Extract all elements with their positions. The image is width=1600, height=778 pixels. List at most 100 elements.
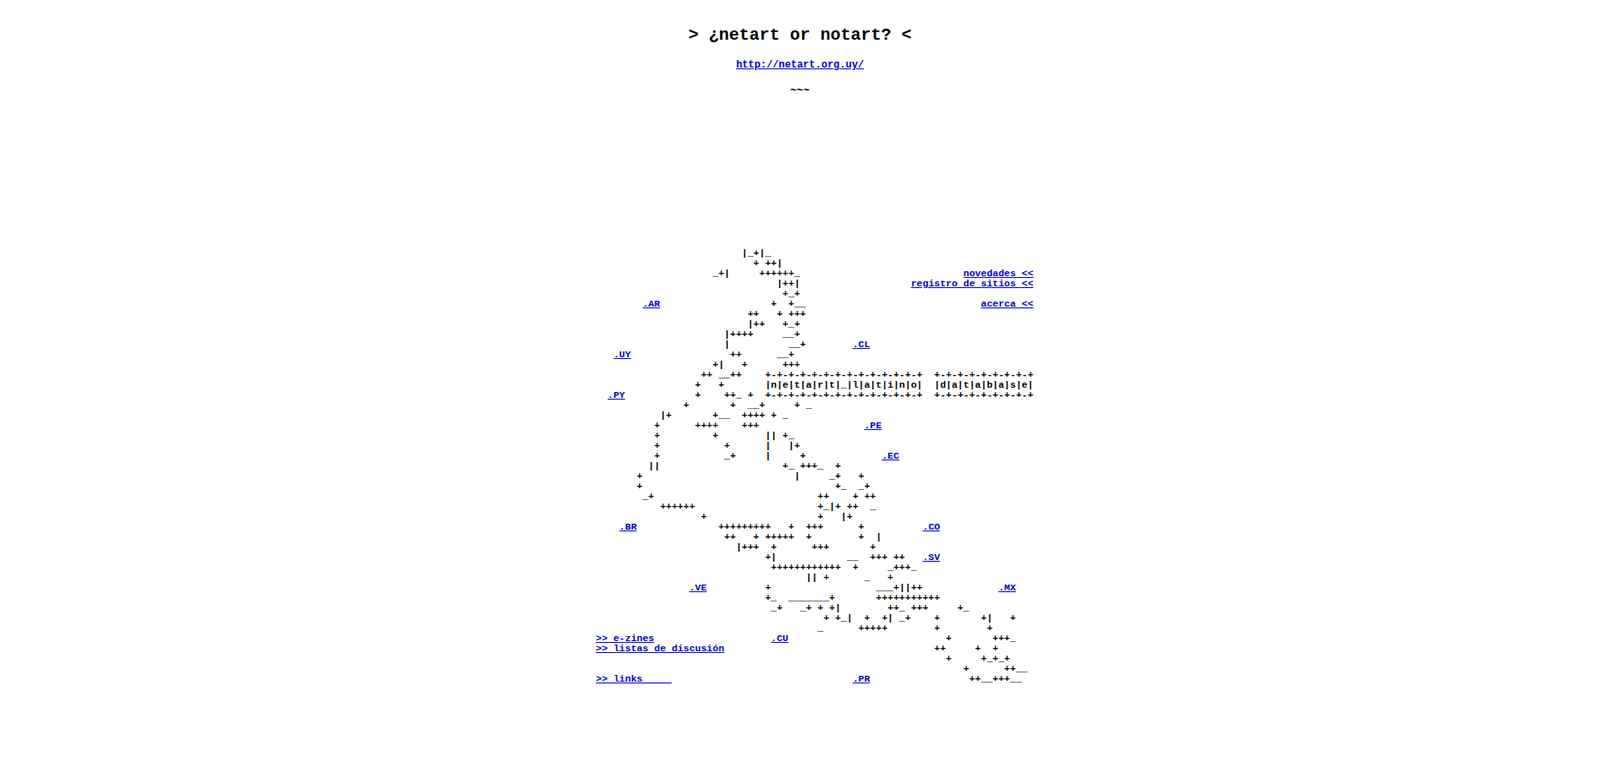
ascii-text: || +_ +++_ +	[595, 460, 841, 472]
map-link[interactable]: >> links	[595, 673, 672, 685]
site-url-link[interactable]: http://netart.org.uy/	[736, 59, 864, 71]
ascii-text: + +__	[660, 298, 982, 310]
ascii-text: _ +++++ + +	[595, 622, 993, 634]
map-link[interactable]: >> listas de discusión	[595, 643, 725, 655]
ascii-text: ++ __+	[630, 349, 794, 361]
ascii-text: || + _ +	[595, 572, 894, 584]
ascii-text	[595, 582, 689, 594]
ascii-text: + +_+_+	[595, 653, 1011, 665]
ascii-line: + ++__	[595, 664, 1070, 675]
ascii-line: + ++|	[595, 258, 1070, 269]
page-title: > ¿netart or notart? <	[688, 25, 912, 46]
ascii-text: + + || +_	[595, 430, 795, 442]
ascii-line: + + | |+	[595, 441, 1070, 452]
map-link[interactable]: >> e-zines	[595, 633, 655, 645]
ascii-line: ++++++ +_|+ ++ _	[595, 502, 1070, 513]
ascii-text	[671, 673, 853, 685]
ascii-line: + + || +_	[595, 431, 1070, 442]
ascii-text: +_ _______+ +++++++++++	[595, 592, 940, 604]
ascii-text: + | _+ +	[595, 470, 864, 482]
map-link[interactable]: acerca <<	[981, 298, 1034, 310]
map-link[interactable]: registro de sitios <<	[911, 278, 1034, 290]
ascii-line: _+ ++ + ++	[595, 491, 1070, 503]
ascii-text: +_+	[595, 288, 801, 300]
ascii-text: _+| ++++++_	[595, 267, 964, 279]
ascii-line: ++++++++++++ + _+++_	[595, 562, 1070, 574]
ascii-text: + +++_	[788, 633, 1016, 645]
ascii-line: _+ _+ + +| ++_ +++ +_	[595, 603, 1070, 614]
map-link[interactable]: .CO	[922, 521, 940, 533]
ascii-text: ++ + +++	[595, 308, 806, 320]
map-link[interactable]: .CU	[770, 633, 789, 645]
ascii-line: +_+	[595, 289, 1070, 300]
ascii-text: ++ + +++++ + + |	[595, 531, 882, 543]
page: > ¿netart or notart? < http://netart.org.…	[0, 0, 1600, 778]
ascii-text: |+++ + +++ +	[595, 541, 876, 553]
header: > ¿netart or notart? < http://netart.org.…	[0, 0, 1600, 99]
ascii-text: ++ __++ +-+-+-+-+-+-+-+-+-+-+-+-+-+ +-+-…	[595, 369, 1034, 381]
ascii-line: .UY ++ __+	[595, 349, 1070, 361]
ascii-text: + _+ | +	[595, 450, 882, 462]
ascii-text: + + | |+	[595, 440, 801, 452]
ascii-text: + ___+||++	[706, 582, 999, 594]
ascii-line: >> e-zines .CU + +++_	[595, 633, 1070, 645]
ascii-line: + + |+	[595, 512, 1070, 523]
map-link[interactable]: .PR	[852, 673, 871, 685]
ascii-text: + ++_ + +-+-+-+-+-+-+-+-+-+-+-+-+-+ +-+-…	[625, 389, 1034, 401]
ascii-line: |+ +__ ++++ + _	[595, 410, 1070, 421]
ascii-line: .VE + ___+||++ .MX	[595, 583, 1070, 594]
ascii-text	[595, 349, 614, 361]
ascii-text: |++ +_+	[595, 318, 801, 330]
ascii-line: ++ + +++++ + + |	[595, 532, 1070, 543]
ascii-text: + ++++ +++	[595, 420, 864, 432]
map-link[interactable]: .PY	[607, 389, 626, 401]
ascii-text: |++++ __+	[595, 328, 801, 340]
ascii-line: + +_| + +| _+ + +| +	[595, 613, 1070, 624]
ascii-line: |++ +_+	[595, 319, 1070, 330]
ascii-line: +_ _______+ +++++++++++	[595, 593, 1070, 604]
map-link[interactable]: .VE	[688, 582, 707, 594]
map-link[interactable]: .PE	[863, 420, 882, 432]
ascii-text: + + __+ + _	[595, 399, 812, 411]
ascii-line: |_+|_	[595, 248, 1070, 259]
map-link[interactable]: .MX	[998, 582, 1016, 594]
ascii-line: + ++++ +++ .PE	[595, 420, 1070, 432]
ascii-text: ++ + +	[724, 643, 999, 655]
ascii-text: +| __ +++ ++	[595, 551, 923, 563]
map-link[interactable]: .BR	[619, 521, 638, 533]
ascii-text: + +_| + +| _+ + +| +	[595, 612, 1016, 624]
ascii-line: .AR + +__ acerca <<	[595, 299, 1070, 310]
ascii-text	[595, 521, 620, 533]
ascii-text: ++++++++++++ + _+++_	[595, 562, 918, 574]
map-link[interactable]: novedades <<	[963, 267, 1034, 279]
ascii-text: +++++++++ + +++ +	[636, 521, 923, 533]
ascii-line: + + __+ + _	[595, 400, 1070, 411]
ascii-line: >> listas de discusión ++ + +	[595, 644, 1070, 655]
ascii-line: | __+ .CL	[595, 339, 1070, 350]
ascii-text: + ++__	[595, 663, 1028, 675]
map-link[interactable]: .AR	[642, 298, 661, 310]
ascii-line: + +_+_+	[595, 654, 1070, 665]
ascii-text: | __+	[595, 338, 853, 350]
divider: ~~~	[790, 84, 810, 99]
ascii-text: + + |+	[595, 511, 853, 523]
ascii-text: + ++|	[595, 257, 783, 269]
map-link[interactable]: .UY	[613, 349, 632, 361]
ascii-text: _+ _+ + +| ++_ +++ +_	[595, 602, 970, 614]
ascii-text: |++|	[595, 278, 912, 290]
ascii-line: + +_ _+	[595, 481, 1070, 492]
map-link[interactable]: .EC	[881, 450, 900, 462]
map-link[interactable]: .SV	[922, 551, 940, 563]
ascii-line: .PY + ++_ + +-+-+-+-+-+-+-+-+-+-+-+-+-+ …	[595, 390, 1070, 401]
ascii-line: +| __ +++ ++ .SV	[595, 552, 1070, 563]
ascii-text: |+ +__ ++++ + _	[595, 409, 789, 421]
ascii-text	[595, 298, 643, 310]
ascii-line: |++++ __+	[595, 329, 1070, 340]
ascii-line: +| + +++	[595, 360, 1070, 371]
ascii-text: + +_ _+	[595, 480, 870, 492]
ascii-text: ++++++ +_|+ ++ _	[595, 501, 876, 513]
ascii-line: || + _ +	[595, 573, 1070, 584]
ascii-line: _+| ++++++_ novedades <<	[595, 268, 1070, 279]
map-link[interactable]: .CL	[852, 338, 871, 350]
ascii-line: + | _+ +	[595, 471, 1070, 482]
